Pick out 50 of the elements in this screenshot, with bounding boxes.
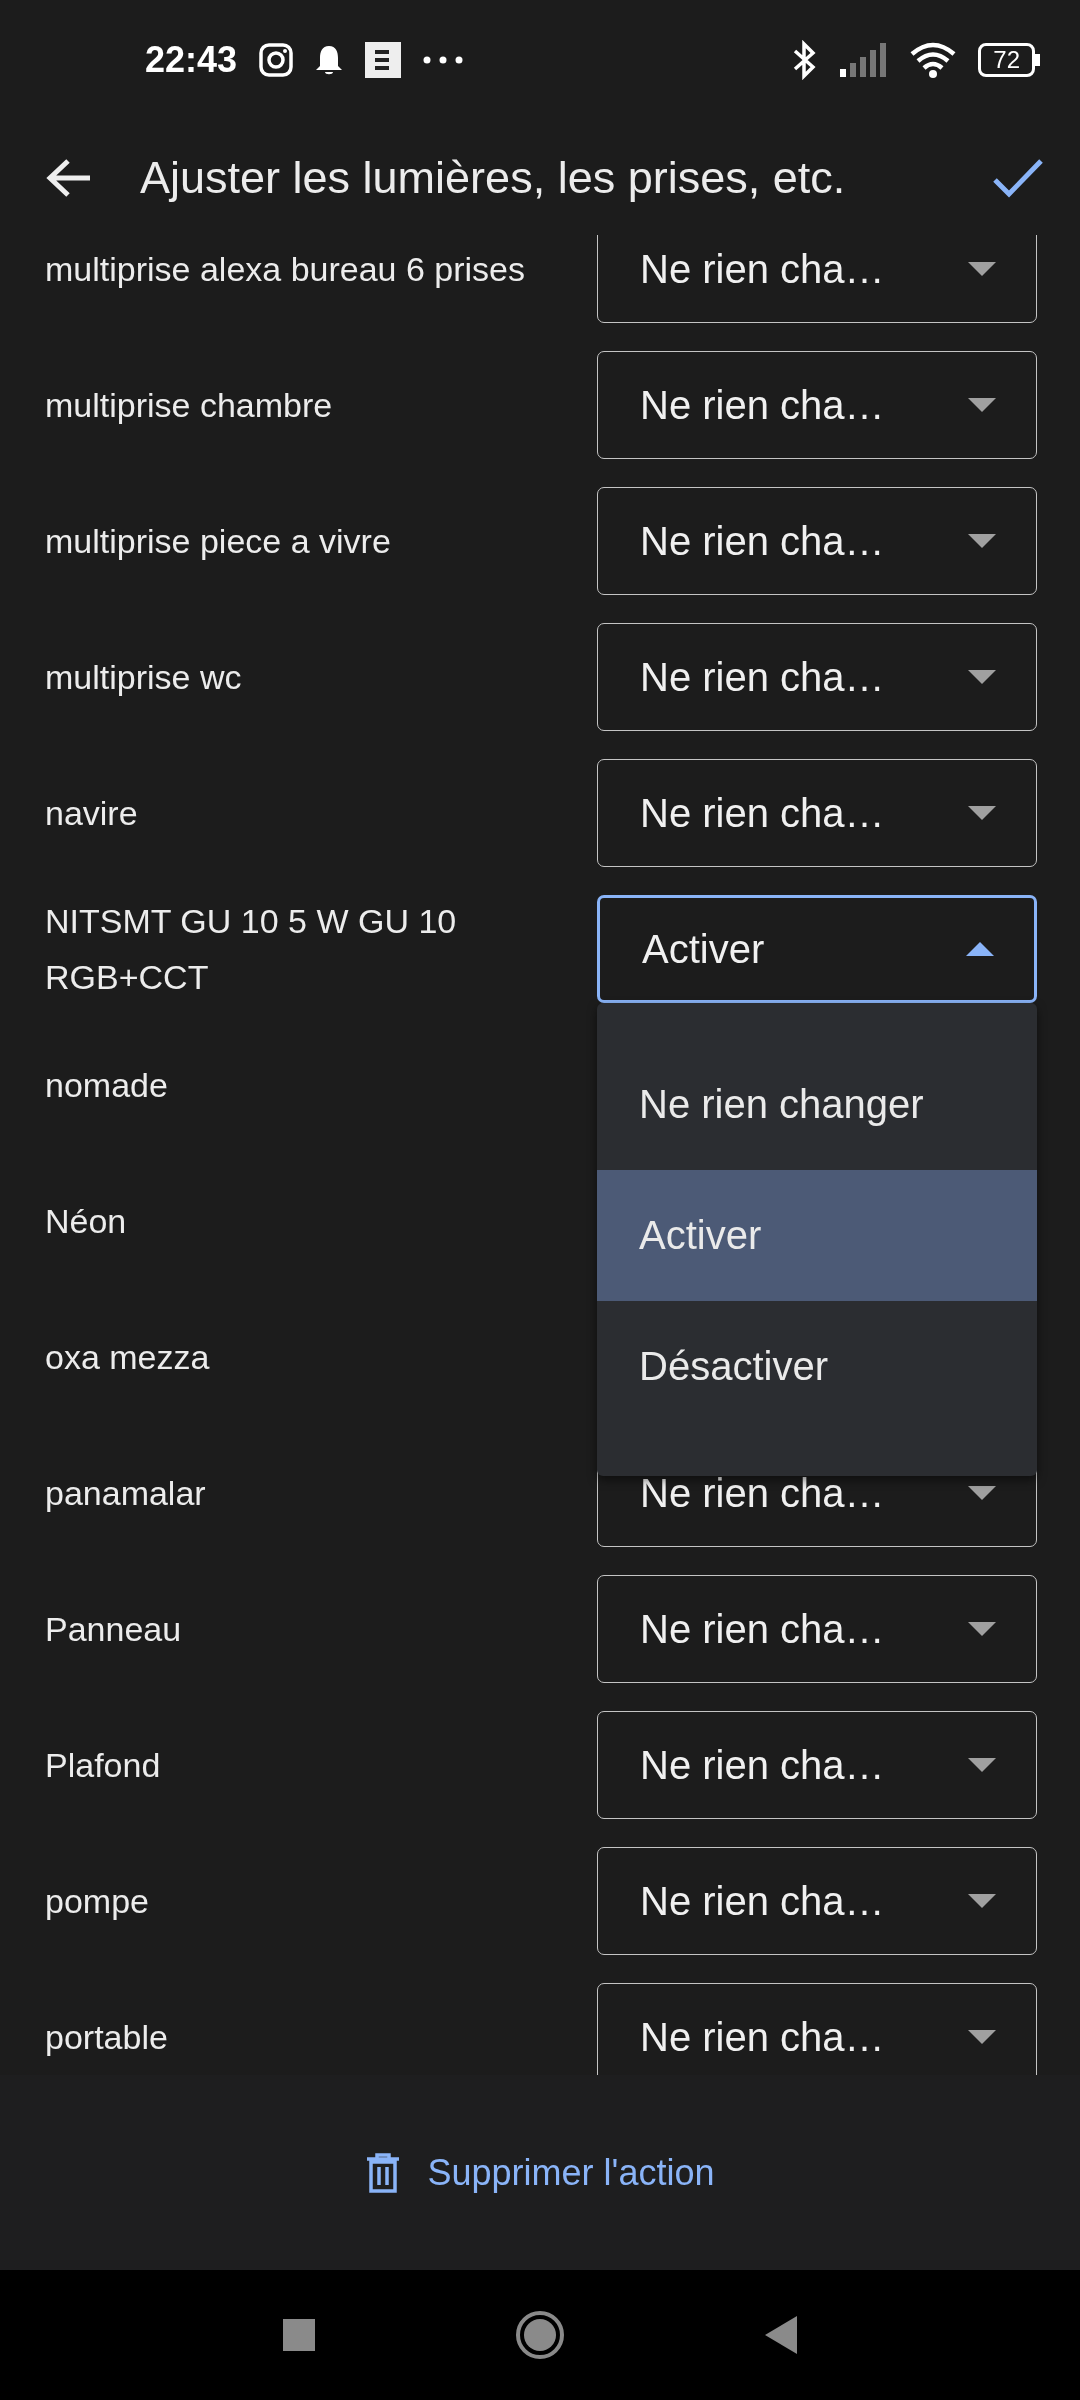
caret-down-icon [968,1758,996,1772]
app-icon [365,42,402,78]
action-dropdown[interactable]: Ne rien cha… [597,1847,1037,1955]
caret-down-icon [968,2030,996,2044]
wifi-icon [910,42,957,78]
caret-down-icon [968,1894,996,1908]
menu-option[interactable]: Ne rien changer [597,1039,1037,1170]
caret-down-icon [968,670,996,684]
bell-icon [315,44,344,76]
device-name: panamalar [45,1472,206,1514]
device-name: multiprise wc [45,656,242,698]
device-name: multiprise chambre [45,384,333,426]
trash-icon [365,2152,400,2193]
action-dropdown[interactable]: Ne rien cha… [597,351,1037,459]
menu-option[interactable]: Activer [597,1170,1037,1301]
device-name: pompe [45,1880,149,1922]
signal-icon [840,43,889,77]
action-dropdown[interactable]: Ne rien cha… [597,235,1037,323]
action-dropdown[interactable]: Ne rien cha… [597,1575,1037,1683]
more-icon [423,56,464,64]
caret-down-icon [968,806,996,820]
device-name: Plafond [45,1744,161,1786]
status-time: 22:43 [145,39,238,81]
action-dropdown[interactable]: Ne rien cha… [597,1983,1037,2075]
action-dropdown[interactable]: Ne rien cha… [597,1711,1037,1819]
delete-action-button[interactable]: Supprimer l'action [359,2150,721,2195]
camera-app-icon [259,43,294,77]
caret-down-icon [968,1486,996,1500]
action-dropdown[interactable]: Ne rien cha… [597,487,1037,595]
action-dropdown[interactable]: Ne rien cha… [597,623,1037,731]
page-title: Ajuster les lumières, les prises, etc. [140,151,847,204]
device-name: navire [45,792,138,834]
device-name: Néon [45,1200,127,1242]
caret-down-icon [968,1622,996,1636]
action-dropdown[interactable]: Activer [597,895,1037,1003]
action-dropdown[interactable]: Ne rien cha… [597,759,1037,867]
caret-up-icon [966,942,994,956]
device-name: multiprise alexa bureau 6 prises [45,248,526,290]
back-icon[interactable] [765,2316,797,2354]
device-name: NITSMT GU 10 5 W GU 10 RGB+CCT [45,900,458,998]
device-name: nomade [45,1064,168,1106]
device-name: portable [45,2016,168,2058]
device-name: oxa mezza [45,1336,210,1378]
caret-down-icon [968,262,996,276]
home-icon[interactable] [515,2310,565,2360]
caret-down-icon [968,534,996,548]
device-name: Panneau [45,1608,182,1650]
caret-down-icon [968,398,996,412]
device-name: multiprise piece a vivre [45,520,391,562]
menu-option[interactable]: Désactiver [597,1301,1037,1432]
